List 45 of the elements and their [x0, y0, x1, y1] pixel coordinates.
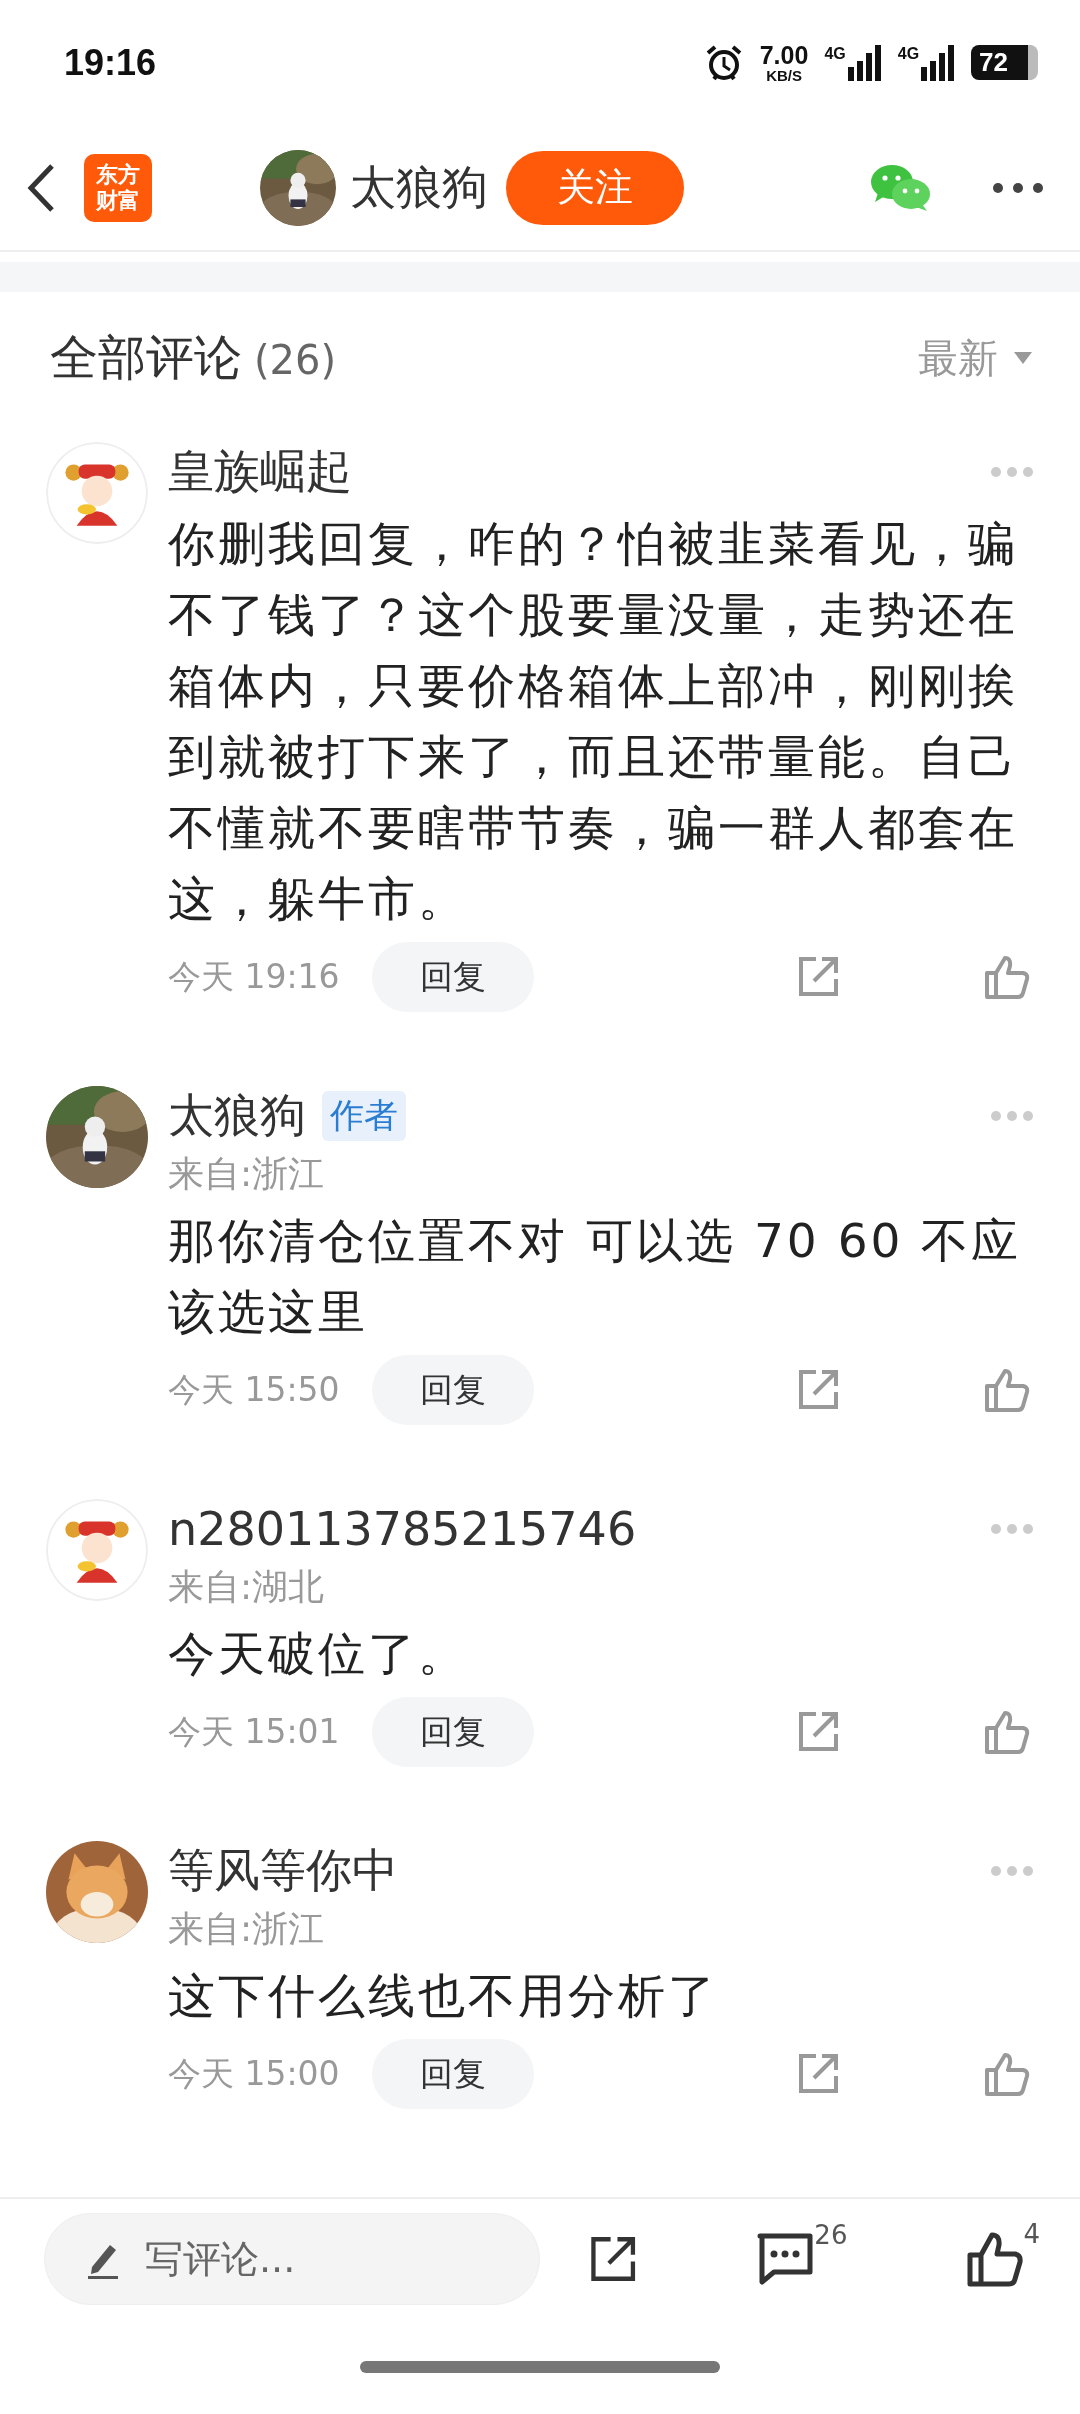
thumbs-up-icon[interactable] [984, 1368, 1030, 1412]
comment-time: 今天 19:16 [168, 955, 340, 998]
comment-time: 今天 15:50 [168, 1368, 340, 1411]
comment-time: 今天 15:01 [168, 1710, 340, 1753]
reply-button[interactable]: 回复 [371, 2039, 534, 2109]
author-badge: 作者 [322, 1091, 406, 1141]
user-name[interactable]: 等风等你中 [168, 1840, 398, 1902]
comment-text: 你删我回复，咋的？怕被韭菜看见，骗不了钱了？这个股要量没量，走势还在箱体内，只要价格箱体上部冲，刚刚挨到就被打下来了，而且还带量能。自己不懂就不要瞎带节奏，骗一群人都套在这，躲牛市。 [168, 515, 1019, 928]
thumbs-up-icon[interactable] [984, 955, 1030, 999]
user-location: 来自:浙江 [168, 1907, 326, 1951]
comment-text: 那你清仓位置不对 可以选 70 60 不应该选这里 [168, 1212, 1023, 1341]
net-unit: KB/S [766, 67, 802, 83]
user-name[interactable]: 太狼狗 [168, 1085, 306, 1147]
home-indicator[interactable] [360, 2360, 720, 2373]
section-title: 全部评论 [50, 329, 242, 385]
reply-button[interactable]: 回复 [371, 1697, 534, 1767]
author-name[interactable]: 太狼狗 [350, 156, 488, 219]
network-type: 4G [824, 44, 846, 63]
comment-text: 今天破位了。 [168, 1625, 469, 1683]
net-speed: 7.00 [759, 42, 809, 68]
caret-icon [1014, 352, 1032, 364]
user-location: 来自:湖北 [168, 1565, 326, 1609]
signal-icon [847, 44, 882, 81]
network-type: 4G [897, 44, 920, 63]
comment-input-field[interactable]: 写评论... [44, 2213, 540, 2305]
thumbs-up-icon[interactable] [967, 2231, 1024, 2287]
comment-count: (26) [254, 337, 337, 383]
battery-indicator: 72 [971, 45, 1038, 80]
signal-icon [921, 44, 956, 81]
user-name[interactable]: n280113785215746 [168, 1502, 637, 1556]
chat-bubbles-icon[interactable] [870, 162, 932, 213]
user-name[interactable]: 皇族崛起 [168, 441, 352, 503]
reply-button[interactable]: 回复 [371, 942, 534, 1012]
thumbs-up-icon[interactable] [984, 2052, 1030, 2096]
thumbs-up-icon[interactable] [984, 1710, 1030, 1754]
more-icon[interactable] [992, 181, 1044, 194]
reply-button[interactable]: 回复 [371, 1355, 534, 1425]
user-location: 来自:浙江 [168, 1152, 326, 1196]
comment-count: 26 [814, 2220, 848, 2250]
comment-icon[interactable] [756, 2232, 815, 2286]
status-time: 19:16 [64, 41, 157, 84]
comment-time: 今天 15:00 [168, 2052, 340, 2095]
like-count: 4 [1023, 2219, 1040, 2249]
comment-text: 这下什么线也不用分析了 [168, 1967, 719, 2025]
back-icon[interactable] [26, 162, 56, 213]
